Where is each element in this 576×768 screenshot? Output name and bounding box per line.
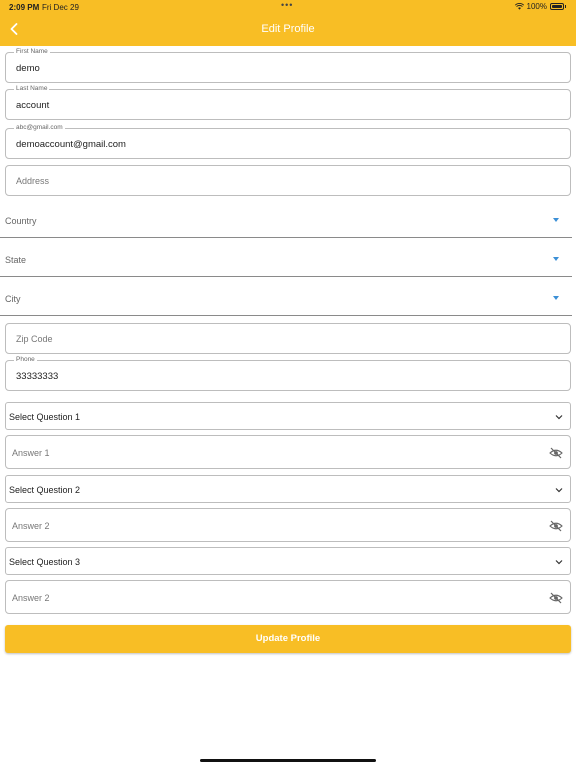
answer-1-placeholder: Answer 1 — [12, 448, 50, 458]
home-indicator[interactable] — [200, 759, 376, 762]
phone-field[interactable]: Phone 33333333 — [5, 356, 571, 391]
caret-down-icon — [553, 218, 559, 222]
question-1-select[interactable]: Select Question 1 — [5, 402, 571, 430]
app-header: 2:09 PM Fri Dec 29 ••• 100% Edit Profile — [0, 0, 576, 46]
question-2-label: Select Question 2 — [9, 485, 81, 495]
eye-off-icon[interactable] — [549, 447, 563, 459]
last-name-label: Last Name — [14, 85, 50, 93]
city-dropdown[interactable]: City — [0, 280, 572, 316]
status-bar: 2:09 PM Fri Dec 29 ••• 100% — [0, 0, 576, 14]
first-name-field[interactable]: First Name demo — [5, 48, 571, 83]
question-3-select[interactable]: Select Question 3 — [5, 547, 571, 575]
battery-percent: 100% — [526, 2, 547, 11]
status-right: 100% — [514, 2, 566, 11]
wifi-icon — [514, 3, 524, 10]
phone-label: Phone — [14, 356, 37, 364]
address-placeholder: Address — [16, 176, 50, 186]
email-field[interactable]: abc@gmail.com demoaccount@gmail.com — [5, 124, 571, 159]
state-label: State — [5, 255, 27, 265]
city-label: City — [5, 294, 21, 304]
answer-2-placeholder: Answer 2 — [12, 521, 50, 531]
status-time: 2:09 PM — [9, 3, 40, 12]
country-dropdown[interactable]: Country — [0, 202, 572, 238]
chevron-down-icon — [555, 488, 563, 493]
eye-off-icon[interactable] — [549, 520, 563, 532]
answer-2-field[interactable]: Answer 2 — [5, 508, 571, 542]
eye-off-icon[interactable] — [549, 592, 563, 604]
first-name-label: First Name — [14, 48, 50, 56]
chevron-down-icon — [555, 560, 563, 565]
answer-3-field[interactable]: Answer 2 — [5, 580, 571, 614]
first-name-value: demo — [16, 63, 40, 74]
update-profile-button[interactable]: Update Profile — [5, 625, 571, 653]
question-3-label: Select Question 3 — [9, 557, 81, 567]
country-label: Country — [5, 216, 37, 226]
phone-value: 33333333 — [16, 371, 59, 382]
last-name-value: account — [16, 100, 50, 111]
answer-1-field[interactable]: Answer 1 — [5, 435, 571, 469]
page-title: Edit Profile — [261, 23, 315, 35]
email-value: demoaccount@gmail.com — [16, 139, 126, 150]
zip-code-placeholder: Zip Code — [16, 334, 53, 344]
caret-down-icon — [553, 296, 559, 300]
battery-cap — [565, 5, 566, 8]
state-dropdown[interactable]: State — [0, 241, 572, 277]
question-1-label: Select Question 1 — [9, 412, 81, 422]
email-label: abc@gmail.com — [14, 124, 65, 132]
chevron-down-icon — [555, 415, 563, 420]
answer-3-placeholder: Answer 2 — [12, 593, 50, 603]
battery-icon — [550, 3, 564, 10]
last-name-field[interactable]: Last Name account — [5, 85, 571, 120]
address-field[interactable]: Address — [5, 165, 571, 196]
multitask-dots-icon[interactable]: ••• — [281, 0, 293, 10]
status-date: Fri Dec 29 — [42, 3, 79, 12]
question-2-select[interactable]: Select Question 2 — [5, 475, 571, 503]
zip-code-field[interactable]: Zip Code — [5, 323, 571, 354]
caret-down-icon — [553, 257, 559, 261]
